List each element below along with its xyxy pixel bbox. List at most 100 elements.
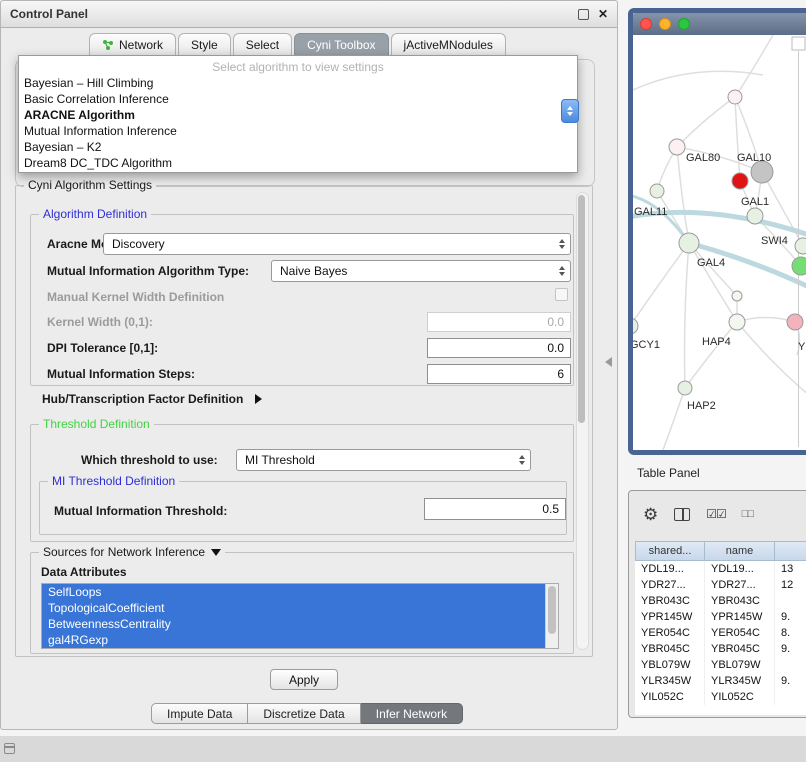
mi-algorithm-type-select[interactable]: Naive Bayes xyxy=(271,260,571,282)
network-window-titlebar[interactable] xyxy=(633,13,806,36)
algorithm-option-selected[interactable]: ARACNE Algorithm xyxy=(19,107,577,123)
apply-button[interactable]: Apply xyxy=(270,669,338,690)
cell: 13 xyxy=(775,561,806,577)
algorithm-option[interactable]: Mutual Information Inference xyxy=(19,123,577,139)
columns-icon[interactable] xyxy=(674,508,690,521)
network-scroll-corner[interactable] xyxy=(792,37,805,50)
cell: YER054C xyxy=(635,625,705,641)
hub-tf-definition-toggle[interactable]: Hub/Transcription Factor Definition xyxy=(42,390,262,406)
close-panel-icon[interactable]: ✕ xyxy=(598,8,608,20)
tab-label: jActiveMNodules xyxy=(404,38,493,52)
control-panel-tabs: Network Style Select Cyni Toolbox jActiv… xyxy=(89,33,508,56)
mi-threshold-label: Mutual Information Threshold: xyxy=(54,504,227,518)
attributes-scrollbar[interactable] xyxy=(545,584,558,648)
dpi-tolerance-field[interactable]: 0.0 xyxy=(427,338,571,358)
column-header-shared-name[interactable]: shared... xyxy=(635,541,705,561)
algorithm-option[interactable]: Dream8 DC_TDC Algorithm xyxy=(19,155,577,171)
manual-kernel-width-label: Manual Kernel Width Definition xyxy=(47,290,224,304)
network-view-window: GAL80 GAL10 GAL11 GAL1 SWI4 GAL4 GCY1 HA… xyxy=(628,8,806,455)
node-gal80[interactable] xyxy=(669,139,685,155)
cell: YDR27... xyxy=(635,577,705,593)
tab-jactivemnodules[interactable]: jActiveMNodules xyxy=(391,33,506,56)
which-threshold-select[interactable]: MI Threshold xyxy=(236,449,531,471)
zoom-traffic-light[interactable] xyxy=(678,18,690,30)
tab-discretize-data[interactable]: Discretize Data xyxy=(248,703,360,724)
combo-arrows-icon xyxy=(519,455,525,465)
tab-cyni-toolbox[interactable]: Cyni Toolbox xyxy=(294,33,388,56)
attribute-item[interactable]: SelfLoops xyxy=(42,584,546,600)
table-row[interactable]: YDL19... YDL19... 13 xyxy=(635,561,806,577)
tab-network[interactable]: Network xyxy=(89,33,176,56)
float-window-icon[interactable] xyxy=(578,9,589,20)
node-gal10[interactable] xyxy=(751,161,773,183)
tab-impute-data[interactable]: Impute Data xyxy=(151,703,248,724)
algorithm-option[interactable]: Bayesian – K2 xyxy=(19,139,577,155)
network-canvas[interactable]: GAL80 GAL10 GAL11 GAL1 SWI4 GAL4 GCY1 HA… xyxy=(633,35,806,450)
table-body: YDL19... YDL19... 13 YDR27... YDR27... 1… xyxy=(635,561,806,715)
node-gcy1[interactable] xyxy=(633,318,638,334)
table-row[interactable]: YPR145W YPR145W 9. xyxy=(635,609,806,625)
panel-corner-icon[interactable] xyxy=(4,743,15,754)
scrollbar-thumb[interactable] xyxy=(548,586,556,634)
select-all-columns-icon[interactable]: ☑☑ xyxy=(706,507,726,521)
gear-icon[interactable]: ⚙ xyxy=(643,506,658,523)
field-value: 0.5 xyxy=(542,502,559,516)
manual-kernel-width-checkbox[interactable] xyxy=(555,288,568,301)
attribute-item[interactable]: BetweennessCentrality xyxy=(42,616,546,632)
node-bright-green[interactable] xyxy=(792,257,806,275)
node-label: GCY1 xyxy=(633,339,660,351)
table-row[interactable]: YBR043C YBR043C xyxy=(635,593,806,609)
table-row[interactable]: YLR345W YLR345W 9. xyxy=(635,673,806,689)
table-row[interactable]: YBL079W YBL079W xyxy=(635,657,806,673)
scrollbar-thumb[interactable] xyxy=(578,195,585,423)
node-swi4[interactable] xyxy=(795,238,806,254)
control-panel-titlebar[interactable]: Control Panel ✕ xyxy=(1,1,617,28)
close-traffic-light[interactable] xyxy=(640,18,652,30)
panel-collapse-handle[interactable] xyxy=(605,357,612,367)
deselect-all-columns-icon[interactable]: □□ xyxy=(742,508,753,520)
node-hap2[interactable] xyxy=(678,381,692,395)
cell: YIL052C xyxy=(705,689,775,705)
algorithm-combo-stepper[interactable] xyxy=(561,99,579,123)
node-unlabeled[interactable] xyxy=(732,291,742,301)
settings-scrollbar[interactable] xyxy=(576,192,589,650)
minimize-traffic-light[interactable] xyxy=(659,18,671,30)
node-unlabeled[interactable] xyxy=(728,90,742,104)
table-row[interactable]: YDR27... YDR27... 12 xyxy=(635,577,806,593)
tab-select[interactable]: Select xyxy=(233,33,292,56)
cell: 9. xyxy=(775,609,806,625)
cyni-mode-tabs: Impute Data Discretize Data Infer Networ… xyxy=(151,703,463,724)
attribute-item[interactable]: gal4RGexp xyxy=(42,632,546,648)
group-title: Threshold Definition xyxy=(39,417,154,431)
attribute-item[interactable]: TopologicalCoefficient xyxy=(42,600,546,616)
node-gal4[interactable] xyxy=(679,233,699,253)
column-header-extra[interactable] xyxy=(775,541,806,561)
cell: YLR345W xyxy=(705,673,775,689)
mi-threshold-field[interactable]: 0.5 xyxy=(424,498,566,520)
cell: 9. xyxy=(775,673,806,689)
node-gal11[interactable] xyxy=(650,184,664,198)
tab-style[interactable]: Style xyxy=(178,33,231,56)
algorithm-option[interactable]: Bayesian – Hill Climbing xyxy=(19,75,577,91)
combo-arrows-icon xyxy=(559,239,565,249)
table-row[interactable]: YIL052C YIL052C xyxy=(635,689,806,705)
tab-infer-network[interactable]: Infer Network xyxy=(361,703,463,724)
cell xyxy=(775,657,806,673)
tab-label: Style xyxy=(191,38,218,52)
algorithm-dropdown-popup: Select algorithm to view settings Bayesi… xyxy=(18,55,578,173)
aracne-mode-select[interactable]: Discovery xyxy=(103,233,571,255)
kernel-width-field[interactable]: 0.0 xyxy=(427,312,571,332)
column-header-name[interactable]: name xyxy=(705,541,775,561)
sources-group-toggle[interactable]: Sources for Network Inference xyxy=(39,545,225,559)
algorithm-option[interactable]: Basic Correlation Inference xyxy=(19,91,577,107)
table-panel-window: ⚙ ☑☑ □□ shared... name YDL19... YDL19...… xyxy=(628,490,806,718)
mi-steps-field[interactable]: 6 xyxy=(427,364,571,384)
data-attributes-list[interactable]: SelfLoops TopologicalCoefficient Between… xyxy=(41,583,559,649)
node-gal1[interactable] xyxy=(747,208,763,224)
node-pink[interactable] xyxy=(787,314,803,330)
cell: YBR045C xyxy=(635,641,705,657)
table-row[interactable]: YER054C YER054C 8. xyxy=(635,625,806,641)
node-selected-red[interactable] xyxy=(732,173,748,189)
table-row[interactable]: YBR045C YBR045C 9. xyxy=(635,641,806,657)
node-hap4[interactable] xyxy=(729,314,745,330)
